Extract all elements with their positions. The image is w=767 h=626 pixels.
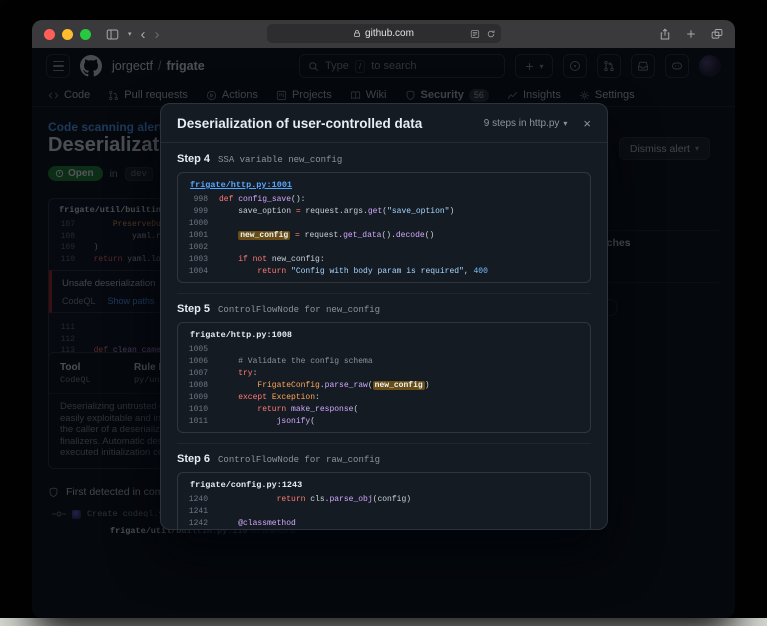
line-number: 1002	[178, 242, 219, 254]
line-number: 1006	[178, 356, 219, 368]
line-number: 1011	[178, 416, 219, 428]
step-description: SSA variable new_config	[218, 155, 342, 165]
modal-steps: Step 4 SSA variable new_config frigate/htt…	[161, 143, 607, 529]
code-text: if not new_config:	[219, 254, 325, 266]
code-line: 1003 if not new_config:	[178, 254, 590, 266]
code-text: def config_save():	[219, 194, 305, 206]
browser-window: ▾ ‹ › github.com	[32, 20, 735, 618]
step-file-label: frigate/http.py:1008	[178, 328, 590, 344]
step-label: Step 6	[177, 453, 210, 465]
sidebar-caret-icon[interactable]: ▾	[128, 30, 132, 38]
code-line: 1006 # Validate the config schema	[178, 356, 590, 368]
forward-button[interactable]: ›	[155, 27, 160, 42]
step-code-card: frigate/config.py:12431240 return cls.pa…	[177, 472, 591, 529]
step-code-card: frigate/http.py:100810051006 # Validate …	[177, 322, 591, 433]
line-number: 1008	[178, 380, 219, 392]
code-text: jsonify(	[219, 416, 315, 428]
tab-overview-icon[interactable]	[711, 28, 723, 41]
chevron-down-icon: ▾	[563, 119, 567, 128]
code-line: 1240 return cls.parse_obj(config)	[178, 494, 590, 506]
github-page: jorgectf / frigate Type / to search ▾	[32, 48, 735, 618]
lock-icon	[353, 29, 361, 38]
code-line: 1241	[178, 506, 590, 518]
step-code-card: frigate/http.py:1001998def config_save()…	[177, 172, 591, 283]
new-tab-icon[interactable]	[685, 28, 697, 41]
code-line: 1000	[178, 218, 590, 230]
code-line: 1009 except Exception:	[178, 392, 590, 404]
address-bar[interactable]: github.com	[267, 24, 501, 43]
traffic-lights	[44, 29, 91, 40]
code-line: 998def config_save():	[178, 194, 590, 206]
code-text: except Exception:	[219, 392, 320, 404]
line-number: 1240	[178, 494, 219, 506]
code-line: 1002	[178, 242, 590, 254]
step-label: Step 4	[177, 153, 210, 165]
sidebar-toggle-icon[interactable]	[106, 28, 119, 41]
code-line: 1011 jsonify(	[178, 416, 590, 428]
share-icon[interactable]	[659, 28, 671, 41]
code-text: # Validate the config schema	[219, 356, 373, 368]
alert-path-dialog: Deserialization of user-controlled data …	[160, 103, 608, 530]
code-line: 1010 return make_response(	[178, 404, 590, 416]
close-icon[interactable]: ×	[583, 117, 591, 130]
code-text: new_config = request.get_data().decode()	[219, 230, 434, 242]
line-number: 1242	[178, 518, 219, 529]
code-text: save_option = request.args.get("save_opt…	[219, 206, 454, 218]
line-number: 1000	[178, 218, 219, 230]
reload-icon[interactable]	[486, 29, 496, 39]
line-number: 1001	[178, 230, 219, 242]
steps-selector-button[interactable]: 9 steps in http.py ▾	[484, 118, 568, 129]
code-line: 1242 @classmethod	[178, 518, 590, 529]
step-description: ControlFlowNode for new_config	[218, 305, 380, 315]
code-text: FrigateConfig.parse_raw(new_config)	[219, 380, 430, 392]
line-number: 1010	[178, 404, 219, 416]
line-number: 999	[178, 206, 219, 218]
code-text: return cls.parse_obj(config)	[219, 494, 411, 506]
code-text: @classmethod	[219, 518, 296, 529]
code-text: try:	[219, 368, 257, 380]
code-text: return "Config with body param is requir…	[219, 266, 488, 278]
close-window-button[interactable]	[44, 29, 55, 40]
code-line: 1001 new_config = request.get_data().dec…	[178, 230, 590, 242]
path-step: Step 5 ControlFlowNode for new_configfrig…	[177, 293, 591, 433]
dialog-title: Deserialization of user-controlled data	[177, 116, 484, 131]
line-number: 1009	[178, 392, 219, 404]
path-step: Step 4 SSA variable new_config frigate/htt…	[177, 153, 591, 283]
browser-toolbar: ▾ ‹ › github.com	[32, 20, 735, 48]
path-step: Step 6 ControlFlowNode for raw_configfrig…	[177, 443, 591, 529]
code-line: 1004 return "Config with body param is r…	[178, 266, 590, 278]
code-line: 1007 try:	[178, 368, 590, 380]
back-button[interactable]: ‹	[141, 27, 146, 42]
zoom-window-button[interactable]	[80, 29, 91, 40]
code-line: 1005	[178, 344, 590, 356]
step-file-label: frigate/config.py:1243	[178, 478, 590, 494]
line-number: 1004	[178, 266, 219, 278]
screenshot-stage: ▾ ‹ › github.com	[0, 0, 767, 626]
step-label: Step 5	[177, 303, 210, 315]
step-file-link[interactable]: frigate/http.py:1001	[178, 178, 590, 194]
code-line: 999 save_option = request.args.get("save…	[178, 206, 590, 218]
step-description: ControlFlowNode for raw_config	[218, 455, 380, 465]
code-text: return make_response(	[219, 404, 358, 416]
line-number: 1005	[178, 344, 219, 356]
desktop-background	[0, 618, 767, 626]
url-text: github.com	[365, 28, 414, 39]
translate-icon[interactable]	[470, 29, 480, 39]
line-number: 1003	[178, 254, 219, 266]
code-line: 1008 FrigateConfig.parse_raw(new_config)	[178, 380, 590, 392]
line-number: 1241	[178, 506, 219, 518]
line-number: 998	[178, 194, 219, 206]
line-number: 1007	[178, 368, 219, 380]
dialog-header: Deserialization of user-controlled data …	[161, 104, 607, 143]
minimize-window-button[interactable]	[62, 29, 73, 40]
